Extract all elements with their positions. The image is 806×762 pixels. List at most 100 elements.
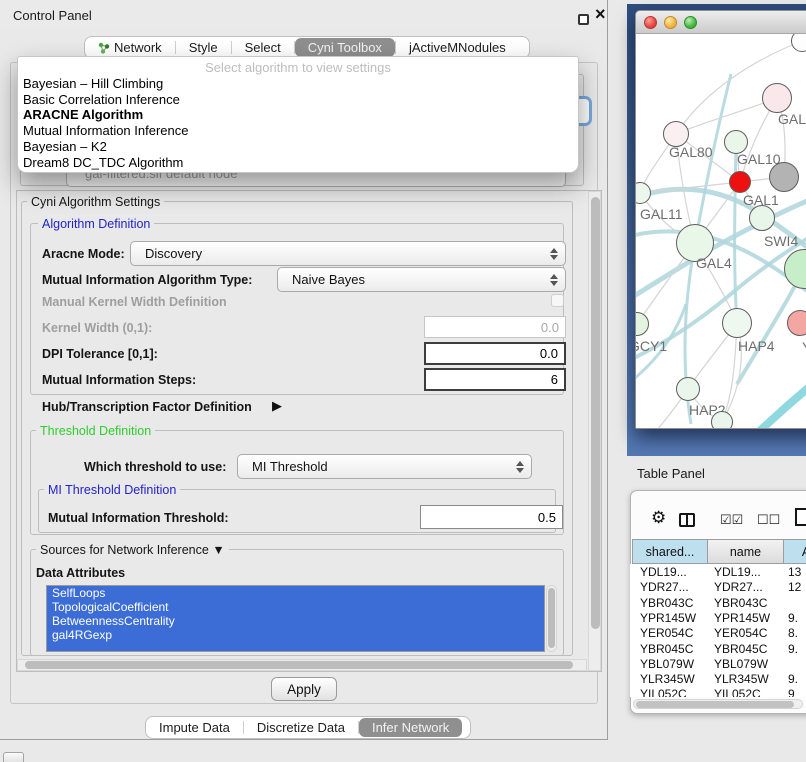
- mi-steps-field[interactable]: 6: [424, 368, 566, 391]
- table-cell: YER054C: [640, 626, 693, 640]
- tab-discretize-data[interactable]: Discretize Data: [244, 718, 358, 737]
- network-icon: [98, 42, 110, 54]
- scrollbar-thumb[interactable]: [25, 661, 573, 669]
- kernel-width-label: Kernel Width (0,1):: [42, 321, 152, 335]
- tab-cyni-toolbox[interactable]: Cyni Toolbox: [295, 38, 395, 57]
- table-row[interactable]: YBL079WYBL079W: [630, 656, 806, 671]
- menu-item-bayesian-hill-climbing[interactable]: Bayesian – Hill Climbing: [18, 76, 578, 92]
- close-traffic-light-icon[interactable]: [644, 16, 657, 29]
- network-node[interactable]: [711, 411, 733, 428]
- attribute-item[interactable]: SelfLoops: [47, 586, 544, 600]
- table-cell: YIL052C: [714, 687, 761, 697]
- mi-type-value: Naive Bayes: [292, 272, 365, 287]
- network-node-hap2[interactable]: [676, 377, 700, 401]
- table-row[interactable]: YDR27...YDR27...12: [630, 579, 806, 594]
- table-row[interactable]: YBR045CYBR045C9.: [630, 641, 806, 656]
- column-header-3[interactable]: A: [784, 539, 806, 564]
- tab-impute-data[interactable]: Impute Data: [146, 718, 243, 737]
- network-node-gal7[interactable]: [762, 83, 792, 113]
- float-window-icon[interactable]: [578, 14, 589, 25]
- tab-select[interactable]: Select: [232, 38, 294, 57]
- table-row[interactable]: YER054CYER054C8.: [630, 625, 806, 640]
- attribute-item[interactable]: BetweennessCentrality: [47, 614, 544, 628]
- tab-infer-network[interactable]: Infer Network: [359, 718, 462, 737]
- aracne-mode-label: Aracne Mode:: [42, 247, 125, 261]
- deselect-columns-icon[interactable]: ☐☐: [757, 512, 780, 528]
- node-label: GAL4: [696, 255, 732, 271]
- network-node[interactable]: [769, 162, 799, 192]
- menu-item-basic-correlation-inference[interactable]: Basic Correlation Inference: [18, 92, 578, 108]
- dpi-tolerance-field[interactable]: 0.0: [424, 342, 566, 365]
- expand-arrow-icon[interactable]: ▶: [272, 398, 282, 414]
- table-row[interactable]: YIL052CYIL052C9: [630, 686, 806, 697]
- node-label: GAL11: [640, 206, 683, 222]
- aracne-mode-combo[interactable]: Discovery: [130, 241, 566, 266]
- dropdown-prompt: Select algorithm to view settings: [18, 59, 578, 76]
- network-node-y[interactable]: [787, 310, 806, 336]
- close-icon[interactable]: ×: [595, 4, 606, 25]
- mi-type-combo[interactable]: Naive Bayes: [277, 267, 566, 292]
- node-label: GAL7: [778, 111, 806, 127]
- attribute-item[interactable]: TopologicalCoefficient: [47, 600, 544, 614]
- manual-kernel-checkbox[interactable]: [551, 294, 564, 307]
- new-table-icon[interactable]: [795, 508, 806, 526]
- scrollbar-thumb[interactable]: [591, 197, 600, 629]
- control-panel-window: Control Panel × NetworkStyleSelectCyni T…: [0, 0, 608, 740]
- table-row[interactable]: YBR043CYBR043C: [630, 595, 806, 610]
- zoom-traffic-light-icon[interactable]: [684, 16, 697, 29]
- which-threshold-label: Which threshold to use:: [84, 460, 226, 474]
- table-row[interactable]: YLR345WYLR345W9.: [630, 671, 806, 686]
- table-row[interactable]: YDL19...YDL19...13: [630, 564, 806, 579]
- table-row[interactable]: YPR145WYPR145W9.: [630, 610, 806, 625]
- tab-label: Network: [114, 40, 162, 55]
- kernel-width-field[interactable]: 0.0: [424, 316, 566, 338]
- screenshot-stage: Control Panel × NetworkStyleSelectCyni T…: [0, 0, 806, 762]
- menu-item-aracne-algorithm[interactable]: ARACNE Algorithm: [18, 107, 578, 123]
- network-node-swi4[interactable]: [749, 205, 775, 231]
- table-cell: 9.: [788, 672, 798, 686]
- sources-legend: Sources for Network Inference ▼: [36, 543, 229, 557]
- select-columns-icon[interactable]: ☑☑: [720, 512, 743, 528]
- collapse-arrow-icon[interactable]: ▼: [212, 543, 224, 557]
- menu-item-bayesian-k2[interactable]: Bayesian – K2: [18, 139, 578, 155]
- tab-jactivemnodules[interactable]: jActiveMNodules: [396, 38, 519, 57]
- cyni-settings-legend: Cyni Algorithm Settings: [27, 195, 164, 209]
- tab-label: Infer Network: [372, 720, 449, 735]
- menu-item-dream8-dc-tdc-algorithm[interactable]: Dream8 DC_TDC Algorithm: [18, 155, 578, 171]
- attribute-list-scrollbar[interactable]: [546, 585, 557, 652]
- split-columns-icon[interactable]: [679, 513, 695, 527]
- minimize-traffic-light-icon[interactable]: [664, 16, 677, 29]
- tab-style[interactable]: Style: [176, 38, 231, 57]
- node-label: SWI4: [764, 233, 798, 249]
- table-cell: YIL052C: [640, 687, 687, 697]
- network-node-hap4[interactable]: [722, 308, 752, 338]
- scrollbar-thumb[interactable]: [548, 588, 555, 648]
- scrollbar-thumb[interactable]: [636, 701, 794, 708]
- tab-network[interactable]: Network: [85, 38, 175, 57]
- collapsed-panel-button[interactable]: [3, 752, 24, 762]
- table-horizontal-scrollbar[interactable]: [633, 699, 803, 709]
- data-attributes-list[interactable]: SelfLoopsTopologicalCoefficientBetweenne…: [46, 585, 545, 652]
- attribute-item[interactable]: gal4RGexp: [47, 628, 544, 642]
- which-threshold-combo[interactable]: MI Threshold: [237, 454, 532, 479]
- network-window-titlebar[interactable]: [636, 11, 806, 34]
- column-header-2[interactable]: name: [708, 539, 784, 564]
- node-table: YDL19...YDL19...13YDR27...YDR27...12YBR0…: [630, 564, 806, 697]
- settings-vertical-scrollbar[interactable]: [588, 191, 601, 671]
- algorithm-dropdown-list: Select algorithm to view settings Bayesi…: [17, 56, 579, 173]
- table-cell: YDR27...: [640, 580, 689, 594]
- which-threshold-value: MI Threshold: [252, 459, 328, 474]
- menu-item-mutual-information-inference[interactable]: Mutual Information Inference: [18, 123, 578, 139]
- tab-label: Discretize Data: [257, 720, 345, 735]
- table-cell: YBL079W: [714, 657, 768, 671]
- mi-threshold-field[interactable]: 0.5: [420, 505, 563, 529]
- network-canvas[interactable]: GAL7GAL80GAL10GAL1GAL11SWI4GAL4GCY1HAP4Y…: [636, 34, 806, 428]
- settings-horizontal-scrollbar[interactable]: [17, 659, 587, 671]
- apply-button[interactable]: Apply: [271, 677, 337, 701]
- table-cell: 12: [788, 580, 801, 594]
- gear-icon[interactable]: ⚙: [651, 508, 666, 528]
- mi-threshold-value: 0.5: [538, 510, 556, 525]
- tab-label: Cyni Toolbox: [308, 40, 382, 55]
- network-node-gal1[interactable]: [729, 171, 751, 193]
- column-header-1[interactable]: shared...: [632, 539, 708, 564]
